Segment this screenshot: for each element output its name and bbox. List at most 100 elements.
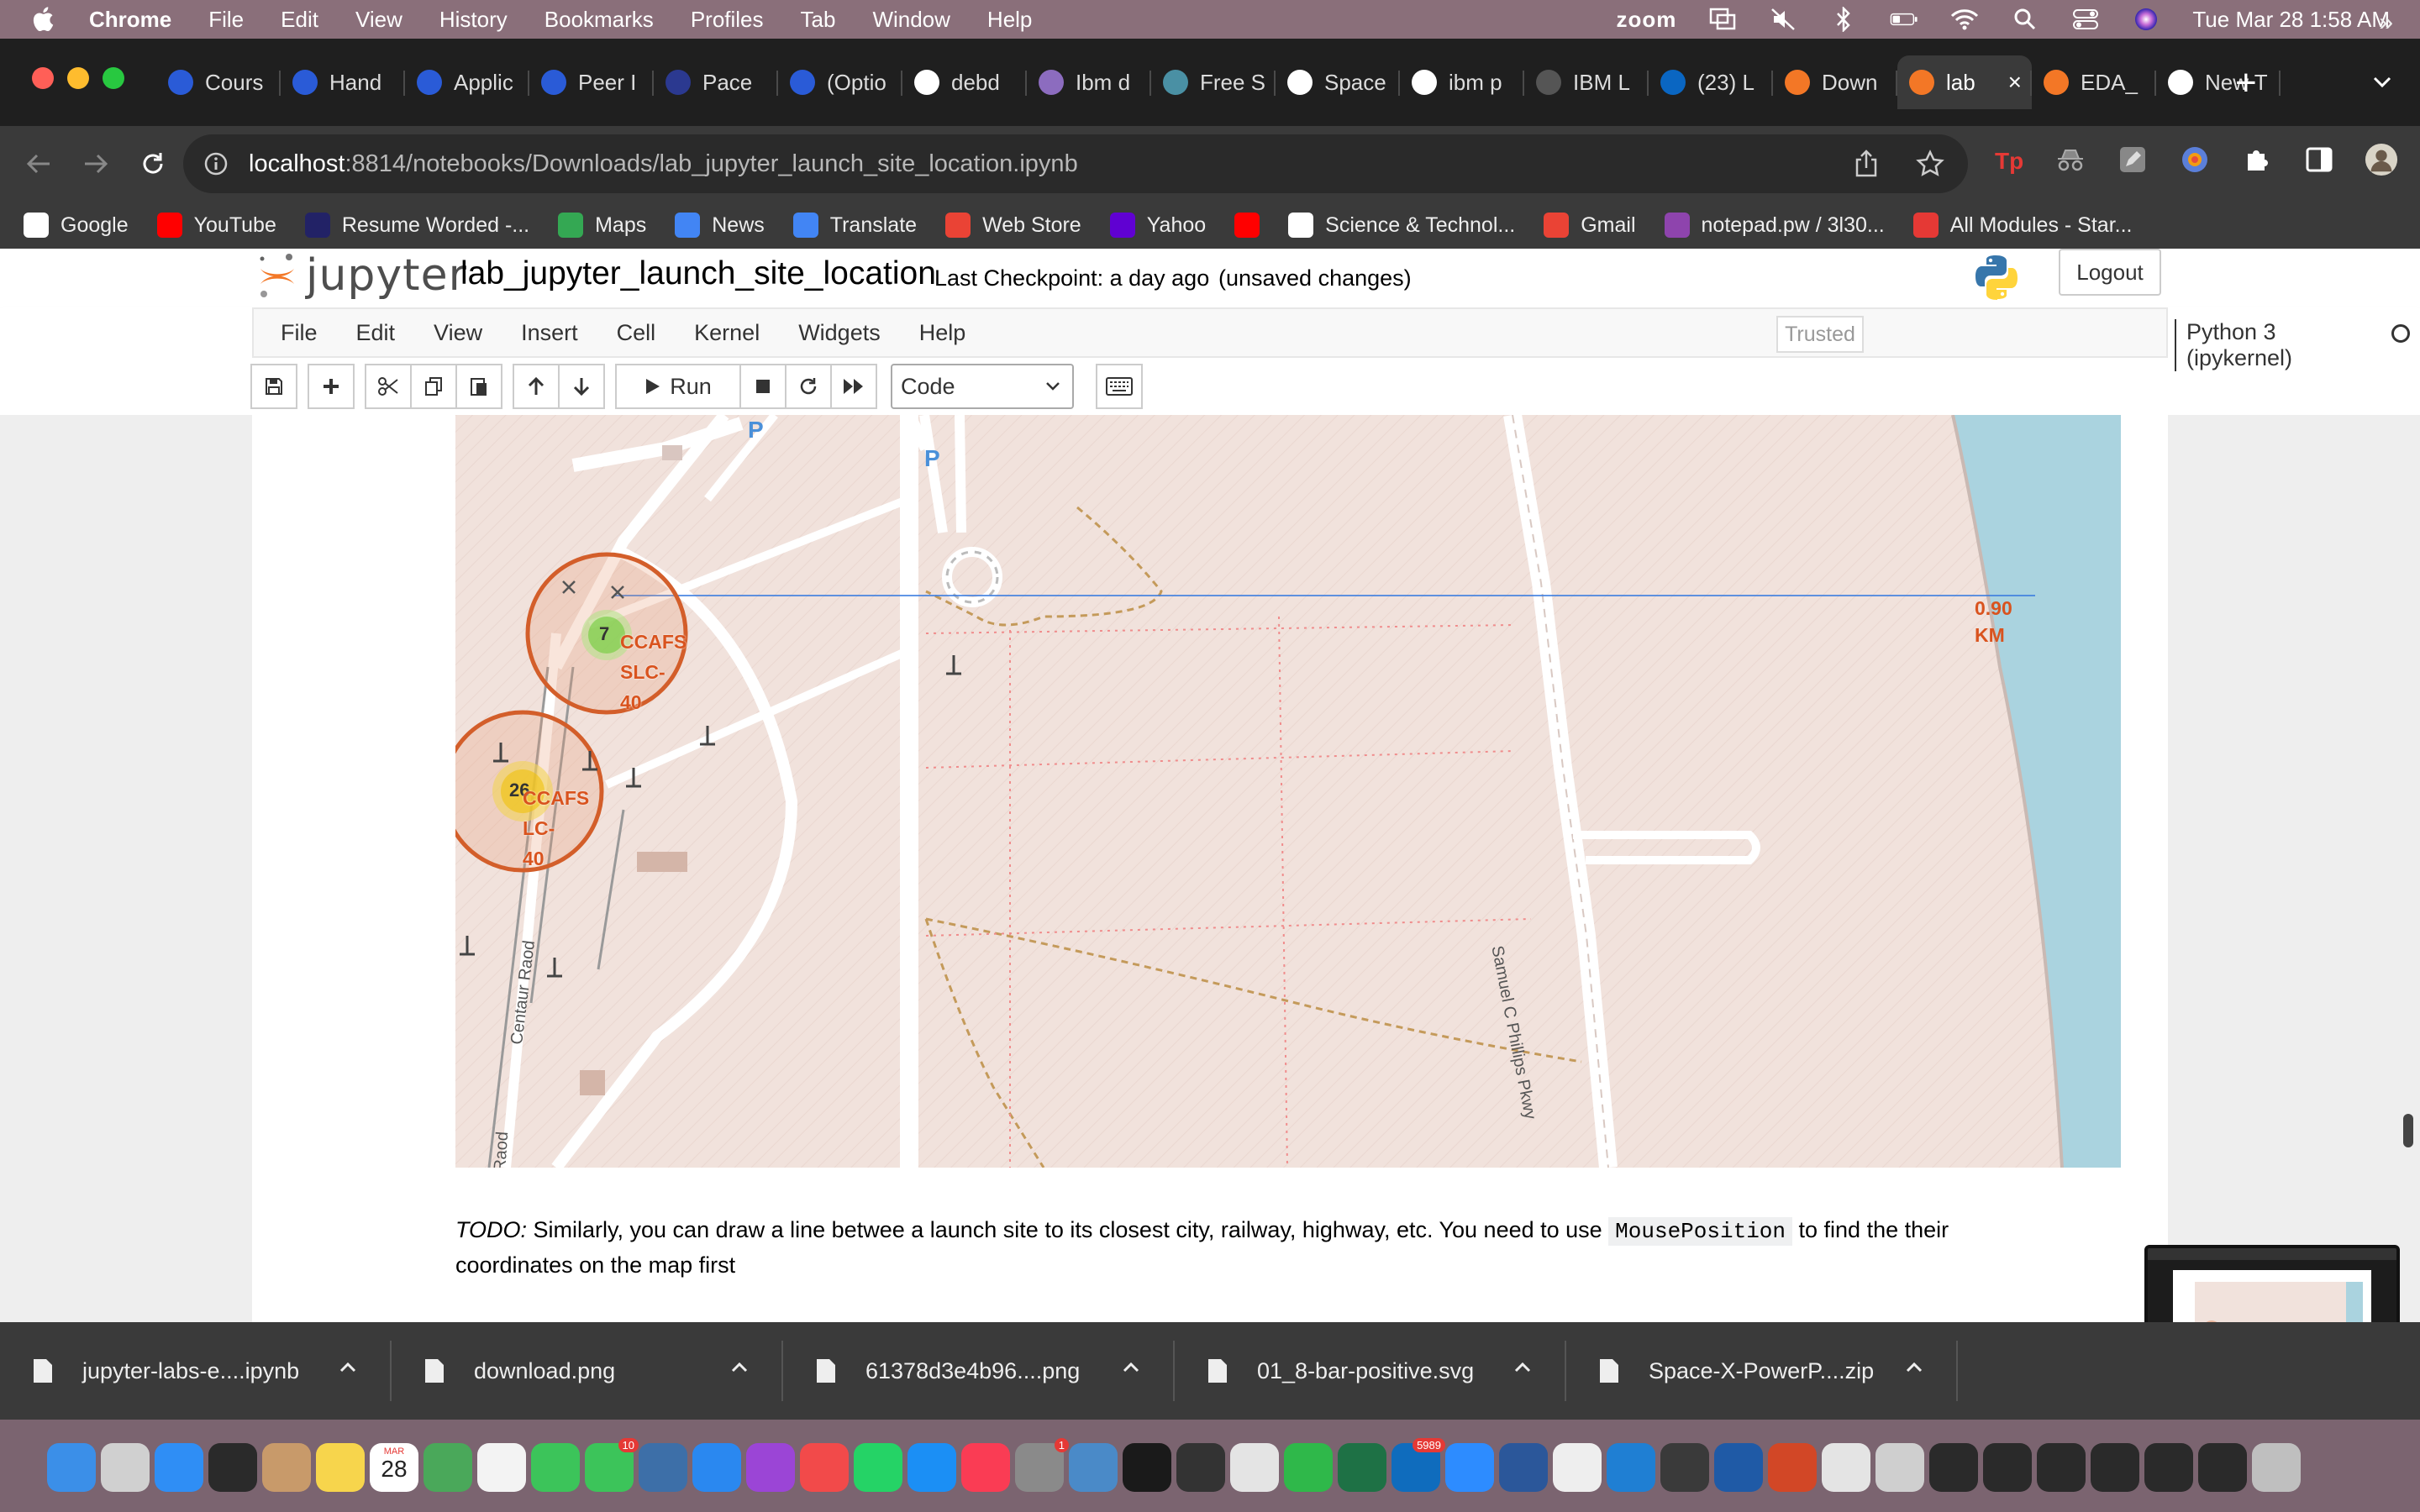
browser-tab[interactable]: Free S bbox=[1151, 55, 1276, 109]
folium-map[interactable]: 7 26 CCAFS SLC- 40 CCAFS LC- 40 0.90 KM P P S… bbox=[455, 415, 2121, 1168]
zoom-app-icon[interactable] bbox=[1445, 1443, 1494, 1492]
excel-icon[interactable] bbox=[1338, 1443, 1386, 1492]
notebook-title[interactable]: lab_jupyter_launch_site_location bbox=[460, 255, 936, 292]
browser-tab[interactable]: Hand bbox=[281, 55, 405, 109]
jp-menu-kernel[interactable]: Kernel bbox=[694, 320, 760, 346]
site-info-icon[interactable] bbox=[203, 151, 229, 176]
browser-tab[interactable]: Down bbox=[1773, 55, 1897, 109]
menubar-view[interactable]: View bbox=[355, 7, 402, 33]
notes-icon[interactable] bbox=[316, 1443, 365, 1492]
window-thumb-icon[interactable] bbox=[2037, 1443, 2086, 1492]
cut-button[interactable] bbox=[365, 364, 412, 409]
save-button[interactable] bbox=[250, 364, 297, 409]
page-scrollbar[interactable] bbox=[2403, 1114, 2413, 1147]
browser-tab[interactable]: Cours bbox=[156, 55, 281, 109]
bookmark-item[interactable]: Web Store bbox=[945, 213, 1081, 238]
wifi-icon[interactable] bbox=[1950, 8, 1979, 31]
tp-extension-icon[interactable]: Tp bbox=[1991, 143, 2025, 176]
browser-tab[interactable]: New T bbox=[2156, 55, 2281, 109]
browser-tab[interactable]: (23) L bbox=[1649, 55, 1773, 109]
app-store-icon[interactable] bbox=[908, 1443, 956, 1492]
restart-run-all-button[interactable] bbox=[830, 364, 877, 409]
paste-button[interactable] bbox=[455, 364, 502, 409]
facetime-icon[interactable] bbox=[531, 1443, 580, 1492]
menubar-window[interactable]: Window bbox=[872, 7, 950, 33]
side-panel-icon[interactable] bbox=[2302, 143, 2336, 176]
interrupt-kernel-button[interactable] bbox=[739, 364, 786, 409]
zoom-window-button[interactable] bbox=[103, 67, 124, 89]
battery-icon[interactable] bbox=[1890, 8, 1918, 31]
cluster-count-slc40[interactable]: 7 bbox=[599, 623, 609, 645]
bookmark-item[interactable]: News bbox=[675, 213, 765, 238]
chrome-profile-icon[interactable] bbox=[1822, 1443, 1870, 1492]
bookmarks-overflow-icon[interactable]: » bbox=[2379, 8, 2393, 37]
address-bar[interactable]: localhost:8814/notebooks/Downloads/lab_j… bbox=[183, 134, 1968, 193]
cell-type-select[interactable]: Code bbox=[891, 364, 1074, 409]
browser-tab[interactable]: debd bbox=[902, 55, 1027, 109]
distance-marker-label[interactable]: 0.90 KM bbox=[1975, 595, 2012, 648]
browser-tab[interactable]: lab × bbox=[1897, 55, 2032, 109]
download-item[interactable]: download.png bbox=[392, 1322, 783, 1420]
new-tab-button[interactable]: + bbox=[2235, 62, 2257, 104]
window-thumb-icon[interactable] bbox=[2091, 1443, 2139, 1492]
incognito-extension-icon[interactable] bbox=[2054, 143, 2087, 176]
download-item[interactable]: 01_8-bar-positive.svg bbox=[1175, 1322, 1566, 1420]
bookmark-item[interactable]: Resume Worded -... bbox=[304, 213, 529, 238]
preview-icon[interactable] bbox=[1069, 1443, 1118, 1492]
wireshark-icon[interactable] bbox=[1714, 1443, 1763, 1492]
window-thumb-icon[interactable] bbox=[1929, 1443, 1978, 1492]
launchpad-icon[interactable] bbox=[101, 1443, 150, 1492]
bookmark-item[interactable]: All Modules - Star... bbox=[1912, 213, 2132, 238]
activity-icon[interactable] bbox=[1660, 1443, 1709, 1492]
terminal-icon[interactable] bbox=[1123, 1443, 1171, 1492]
powerpoint-icon[interactable] bbox=[1768, 1443, 1817, 1492]
logout-button[interactable]: Logout bbox=[2059, 249, 2161, 296]
menubar-profiles[interactable]: Profiles bbox=[691, 7, 764, 33]
music-icon[interactable] bbox=[961, 1443, 1010, 1492]
trash-icon[interactable] bbox=[2252, 1443, 2301, 1492]
kernel-name[interactable]: Python 3 (ipykernel) bbox=[2175, 319, 2292, 371]
siri-icon[interactable] bbox=[2132, 8, 2160, 31]
bookmark-item[interactable]: Yahoo bbox=[1109, 213, 1206, 238]
markdown-todo-cell[interactable]: TODO: Similarly, you can draw a line bet… bbox=[455, 1213, 2052, 1282]
control-center-icon[interactable] bbox=[2071, 8, 2100, 31]
news-app-icon[interactable] bbox=[800, 1443, 849, 1492]
system-settings-icon[interactable]: 1 bbox=[1015, 1438, 1069, 1492]
menubar-datetime[interactable]: Tue Mar 28 1:58 AM bbox=[2192, 7, 2390, 33]
chevron-up-icon[interactable] bbox=[338, 1357, 358, 1378]
textedit-icon[interactable] bbox=[1553, 1443, 1602, 1492]
numbers-icon[interactable] bbox=[1284, 1443, 1333, 1492]
jp-menu-insert[interactable]: Insert bbox=[521, 320, 578, 346]
quicktime-icon[interactable] bbox=[639, 1443, 687, 1492]
bookmark-star-icon[interactable] bbox=[1916, 150, 1944, 178]
menubar-help[interactable]: Help bbox=[987, 7, 1032, 33]
reload-button[interactable] bbox=[134, 145, 171, 182]
download-item[interactable]: 61378d3e4b96....png bbox=[783, 1322, 1175, 1420]
downloads-stack-icon[interactable] bbox=[1876, 1443, 1924, 1492]
pencil-extension-icon[interactable] bbox=[2116, 143, 2149, 176]
bookmark-item[interactable]: Maps bbox=[558, 213, 646, 238]
menubar-edit[interactable]: Edit bbox=[281, 7, 318, 33]
bookmark-item[interactable]: Gmail bbox=[1544, 213, 1636, 238]
outlook-icon[interactable]: 5989 bbox=[1392, 1438, 1445, 1492]
mute-icon[interactable] bbox=[1769, 8, 1797, 31]
spotlight-search-icon[interactable] bbox=[2011, 8, 2039, 31]
color-extension-icon[interactable] bbox=[2178, 143, 2212, 176]
window-thumb-icon[interactable] bbox=[2198, 1443, 2247, 1492]
menubar-tab[interactable]: Tab bbox=[801, 7, 836, 33]
move-down-button[interactable] bbox=[558, 364, 605, 409]
browser-tab[interactable]: Pace bbox=[654, 55, 778, 109]
jp-menu-edit[interactable]: Edit bbox=[356, 320, 396, 346]
share-icon[interactable] bbox=[1854, 150, 1879, 178]
forward-button[interactable] bbox=[77, 145, 114, 182]
mail-icon[interactable] bbox=[155, 1443, 203, 1492]
finder-icon[interactable] bbox=[47, 1443, 96, 1492]
insert-cell-button[interactable] bbox=[308, 364, 355, 409]
browser-tab[interactable]: Peer I bbox=[529, 55, 654, 109]
profile-avatar[interactable] bbox=[2365, 143, 2398, 176]
puzzle-extensions-icon[interactable] bbox=[2240, 143, 2274, 176]
restart-kernel-button[interactable] bbox=[785, 364, 832, 409]
podcasts-icon[interactable] bbox=[746, 1443, 795, 1492]
menubar-bookmarks[interactable]: Bookmarks bbox=[544, 7, 654, 33]
browser-tab[interactable]: Space bbox=[1276, 55, 1400, 109]
